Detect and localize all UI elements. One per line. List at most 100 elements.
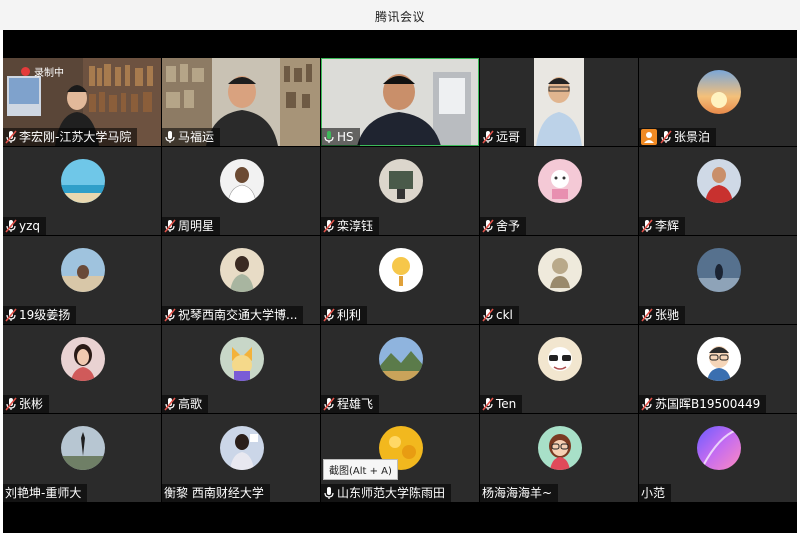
nameplate: 马福运 bbox=[162, 128, 221, 146]
record-dot-icon bbox=[21, 67, 30, 76]
nameplate: 高歌 bbox=[162, 395, 209, 413]
participant-tile[interactable]: 刘艳坤-重师大 bbox=[3, 414, 161, 502]
mic-muted-icon bbox=[323, 308, 335, 322]
participant-tile[interactable]: 杨海海海羊~ bbox=[480, 414, 638, 502]
mic-muted-icon bbox=[641, 219, 653, 233]
mic-muted-icon bbox=[482, 130, 494, 144]
avatar bbox=[697, 159, 741, 203]
nameplate: 杨海海海羊~ bbox=[480, 484, 559, 502]
participant-name: 张彬 bbox=[19, 397, 44, 411]
avatar bbox=[538, 426, 582, 470]
nameplate: 山东师范大学陈雨田 bbox=[321, 484, 452, 502]
participant-name: 高歌 bbox=[178, 397, 203, 411]
nameplate: 张驰 bbox=[639, 306, 686, 324]
participant-name: 张驰 bbox=[655, 308, 680, 322]
participant-tile[interactable]: 张彬 bbox=[3, 325, 161, 413]
mic-muted-icon bbox=[164, 219, 176, 233]
nameplate: 李辉 bbox=[639, 217, 686, 235]
participant-grid: 录制中 李宏刚-江苏大学马院 马福运 HS 远哥 张景泊 yzq 周明星 栾淳钰… bbox=[3, 58, 797, 506]
participant-tile[interactable]: 祝琴西南交通大学博... bbox=[162, 236, 320, 324]
nameplate: 小范 bbox=[639, 484, 672, 502]
nameplate: 舍予 bbox=[480, 217, 527, 235]
participant-name: 苏国晖B19500449 bbox=[655, 397, 761, 411]
participant-tile[interactable]: 利利 bbox=[321, 236, 479, 324]
participant-name: 李宏刚-江苏大学马院 bbox=[19, 130, 132, 144]
participant-name: 刘艳坤-重师大 bbox=[5, 486, 82, 500]
mic-muted-icon bbox=[323, 219, 335, 233]
participant-tile[interactable]: 录制中 李宏刚-江苏大学马院 bbox=[3, 58, 161, 146]
participant-tile[interactable]: 苏国晖B19500449 bbox=[639, 325, 797, 413]
participant-tile[interactable]: 程雄飞 bbox=[321, 325, 479, 413]
participant-tile[interactable]: 马福运 bbox=[162, 58, 320, 146]
participant-name: 周明星 bbox=[178, 219, 215, 233]
avatar bbox=[220, 159, 264, 203]
participant-tile[interactable]: Ten bbox=[480, 325, 638, 413]
participant-tile[interactable]: 19级姜扬 bbox=[3, 236, 161, 324]
avatar bbox=[379, 159, 423, 203]
avatar bbox=[220, 248, 264, 292]
title-bar: 腾讯会议 bbox=[0, 0, 800, 30]
avatar bbox=[220, 337, 264, 381]
meeting-view: 录制中 李宏刚-江苏大学马院 马福运 HS 远哥 张景泊 yzq 周明星 栾淳钰… bbox=[3, 30, 797, 533]
participant-name: yzq bbox=[19, 219, 41, 233]
avatar bbox=[697, 426, 741, 470]
participant-tile[interactable]: 栾淳钰 bbox=[321, 147, 479, 235]
participant-tile[interactable]: 周明星 bbox=[162, 147, 320, 235]
mic-muted-icon bbox=[164, 308, 176, 322]
participant-name: 程雄飞 bbox=[337, 397, 374, 411]
participant-name: 张景泊 bbox=[674, 130, 711, 144]
nameplate: 程雄飞 bbox=[321, 395, 380, 413]
participant-tile[interactable]: 远哥 bbox=[480, 58, 638, 146]
nameplate: 刘艳坤-重师大 bbox=[3, 484, 88, 502]
mic-speaking-icon bbox=[323, 130, 335, 144]
avatar bbox=[379, 248, 423, 292]
nameplate: HS bbox=[321, 128, 360, 146]
avatar bbox=[61, 248, 105, 292]
mic-icon bbox=[323, 486, 335, 500]
participant-tile[interactable]: ckl bbox=[480, 236, 638, 324]
participant-tile-active-speaker[interactable]: HS bbox=[321, 58, 479, 146]
participant-name: 栾淳钰 bbox=[337, 219, 374, 233]
participant-tile[interactable]: 李辉 bbox=[639, 147, 797, 235]
nameplate: Ten bbox=[480, 395, 523, 413]
participant-tile[interactable]: 衡黎 西南财经大学 bbox=[162, 414, 320, 502]
participant-tile[interactable]: 高歌 bbox=[162, 325, 320, 413]
nameplate: 利利 bbox=[321, 306, 368, 324]
participant-name: 舍予 bbox=[496, 219, 521, 233]
nameplate: 祝琴西南交通大学博... bbox=[162, 306, 304, 324]
avatar bbox=[379, 337, 423, 381]
recording-label: 录制中 bbox=[34, 68, 64, 79]
participant-name: 小范 bbox=[641, 486, 666, 500]
recording-indicator[interactable]: 录制中 bbox=[21, 64, 64, 79]
screenshot-tooltip: 截图(Alt + A) bbox=[323, 459, 398, 480]
avatar bbox=[697, 337, 741, 381]
participant-tile[interactable]: 张景泊 bbox=[639, 58, 797, 146]
participant-name: 马福运 bbox=[178, 130, 215, 144]
nameplate: 远哥 bbox=[480, 128, 527, 146]
participant-name: 衡黎 西南财经大学 bbox=[164, 486, 264, 500]
mic-muted-icon bbox=[5, 130, 17, 144]
nameplate: 栾淳钰 bbox=[321, 217, 380, 235]
participant-tile[interactable]: yzq bbox=[3, 147, 161, 235]
nameplate: 周明星 bbox=[162, 217, 221, 235]
participant-name: 19级姜扬 bbox=[19, 308, 71, 322]
participant-name: 祝琴西南交通大学博... bbox=[178, 308, 298, 322]
participant-tile[interactable]: 小范 bbox=[639, 414, 797, 502]
participant-tile[interactable]: 舍予 bbox=[480, 147, 638, 235]
avatar bbox=[697, 70, 741, 114]
mic-muted-icon bbox=[5, 308, 17, 322]
participant-tile[interactable]: 张驰 bbox=[639, 236, 797, 324]
avatar bbox=[538, 337, 582, 381]
window-title: 腾讯会议 bbox=[374, 10, 425, 24]
mic-muted-icon bbox=[482, 308, 494, 322]
mic-muted-icon bbox=[5, 397, 17, 411]
nameplate: 19级姜扬 bbox=[3, 306, 77, 324]
avatar bbox=[61, 337, 105, 381]
mic-muted-icon bbox=[482, 219, 494, 233]
avatar bbox=[220, 426, 264, 470]
nameplate: yzq bbox=[3, 217, 47, 235]
participant-tile[interactable]: 山东师范大学陈雨田 bbox=[321, 414, 479, 502]
avatar bbox=[697, 248, 741, 292]
mic-muted-icon bbox=[641, 308, 653, 322]
mic-muted-icon bbox=[323, 397, 335, 411]
